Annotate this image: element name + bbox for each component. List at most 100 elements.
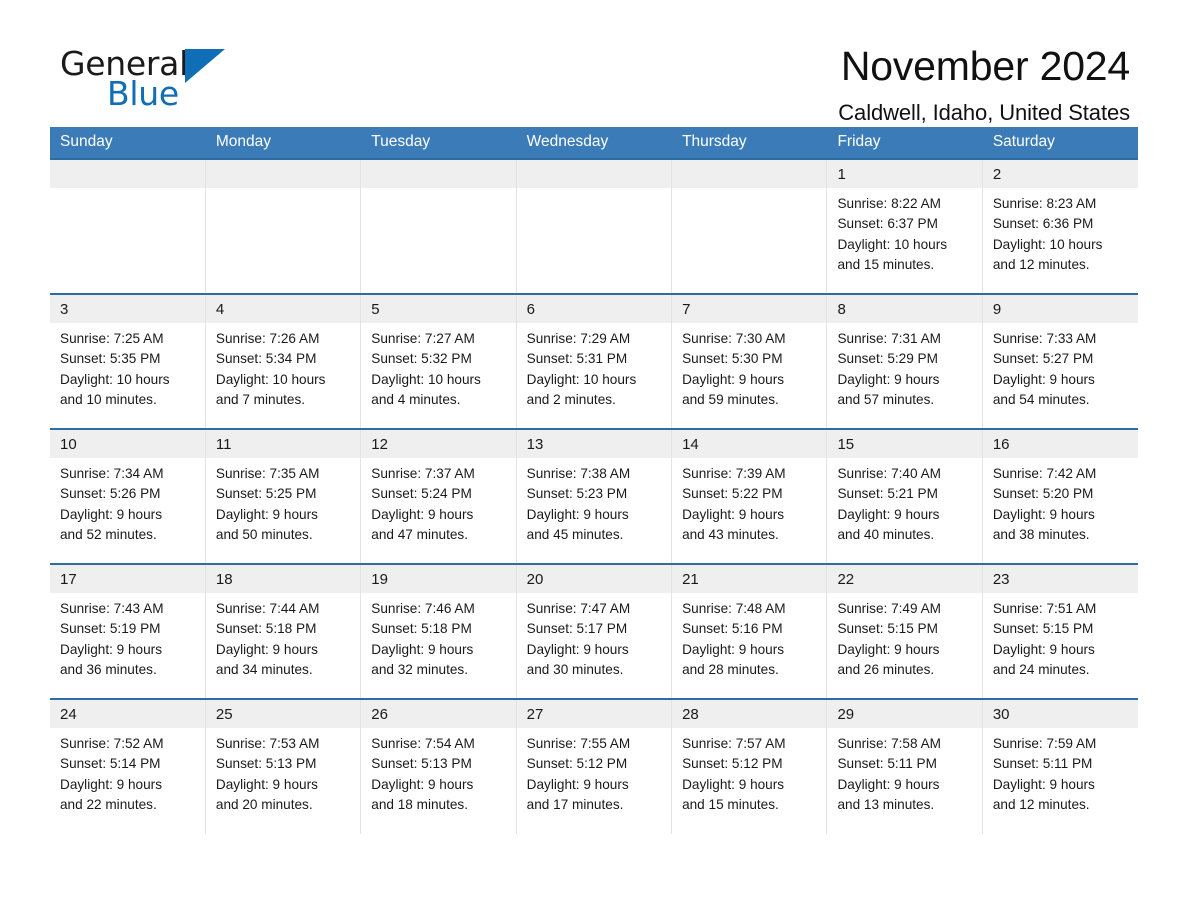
day-sunrise-text: Sunrise: 7:47 AM (526, 601, 631, 616)
calendar-day-cell[interactable]: 14 Sunrise: 7:39 AM Sunset: 5:22 PM Dayligh… (671, 428, 828, 564)
day-sunrise-text: Sunrise: 7:29 AM (526, 331, 631, 346)
day-daylight-line1-text: Daylight: 9 hours (526, 641, 629, 657)
calendar-day-cell[interactable]: 15 Sunrise: 7:40 AM Sunset: 5:21 PM Dayligh… (826, 428, 983, 564)
calendar-day-cell[interactable]: 7 Sunrise: 7:30 AM Sunset: 5:30 PM Daylight… (671, 293, 828, 429)
day-cell-inner: 24 Sunrise: 7:52 AM Sunset: 5:14 PM Dayligh… (50, 700, 205, 833)
day-number: 24 (50, 700, 205, 728)
day-cell-inner: 18 Sunrise: 7:44 AM Sunset: 5:18 PM Dayligh… (205, 565, 361, 698)
day-cell-inner: 12 Sunrise: 7:37 AM Sunset: 5:24 PM Dayligh… (361, 430, 516, 563)
calendar-day-cell[interactable]: 26 Sunrise: 7:54 AM Sunset: 5:13 PM Dayligh… (360, 698, 517, 834)
day-daylight-line2-text: and 54 minutes. (992, 391, 1090, 407)
day-details: Sunrise: 7:59 AM Sunset: 5:11 PM Daylight:… (983, 728, 1138, 815)
day-daylight-line2-text: and 38 minutes. (992, 526, 1090, 542)
calendar-day-cell[interactable]: 9 Sunrise: 7:33 AM Sunset: 5:27 PM Daylight… (982, 293, 1138, 429)
day-sunset-text: Sunset: 5:32 PM (371, 351, 472, 367)
calendar-day-cell[interactable]: 16 Sunrise: 7:42 AM Sunset: 5:20 PM Dayligh… (982, 428, 1138, 564)
day-daylight-line1-text: Daylight: 9 hours (215, 776, 318, 792)
day-daylight-line1-text: Daylight: 9 hours (526, 776, 629, 792)
calendar-day-cell[interactable]: 12 Sunrise: 7:37 AM Sunset: 5:24 PM Dayligh… (360, 428, 517, 564)
calendar-body: 1 Sunrise: 8:22 AM Sunset: 6:37 PM Daylight… (50, 158, 1138, 834)
generalblue-logo[interactable]: General Blue (60, 47, 320, 117)
day-number: 15 (827, 430, 982, 458)
day-number: 4 (205, 295, 361, 323)
day-sunrise-text: Sunrise: 7:37 AM (371, 466, 475, 481)
day-number: 1 (827, 160, 982, 188)
day-cell-inner: 5 Sunrise: 7:27 AM Sunset: 5:32 PM Daylight… (361, 295, 516, 428)
day-cell-inner: 2 Sunrise: 8:23 AM Sunset: 6:36 PM Daylight… (982, 160, 1138, 293)
day-number: 22 (827, 565, 982, 593)
calendar-day-cell[interactable]: 6 Sunrise: 7:29 AM Sunset: 5:31 PM Daylight… (516, 293, 673, 429)
calendar-day-cell-empty (360, 158, 517, 294)
calendar-week-row: 1 Sunrise: 8:22 AM Sunset: 6:37 PM Daylight… (50, 158, 1138, 294)
calendar-day-cell[interactable]: 3 Sunrise: 7:25 AM Sunset: 5:35 PM Daylight… (50, 293, 206, 429)
day-details: Sunrise: 7:40 AM Sunset: 5:21 PM Daylight:… (827, 458, 981, 545)
day-cell-inner: 22 Sunrise: 7:49 AM Sunset: 5:15 PM Dayligh… (827, 565, 982, 698)
day-details: Sunrise: 7:34 AM Sunset: 5:26 PM Daylight:… (50, 458, 205, 545)
day-sunrise-text: Sunrise: 7:25 AM (60, 331, 164, 346)
day-sunrise-text: Sunrise: 7:26 AM (215, 331, 320, 346)
day-sunrise-text: Sunrise: 7:51 AM (992, 601, 1097, 616)
day-number: 19 (361, 565, 516, 593)
calendar-day-cell[interactable]: 8 Sunrise: 7:31 AM Sunset: 5:29 PM Daylight… (826, 293, 983, 429)
calendar-day-cell[interactable]: 5 Sunrise: 7:27 AM Sunset: 5:32 PM Daylight… (360, 293, 517, 429)
day-daylight-line1-text: Daylight: 9 hours (992, 506, 1095, 522)
calendar-day-cell[interactable]: 27 Sunrise: 7:55 AM Sunset: 5:12 PM Dayligh… (516, 698, 673, 834)
calendar-week-row: 3 Sunrise: 7:25 AM Sunset: 5:35 PM Daylight… (50, 293, 1138, 429)
day-number: 25 (205, 700, 361, 728)
day-cell-inner: 11 Sunrise: 7:35 AM Sunset: 5:25 PM Dayligh… (205, 430, 361, 563)
day-daylight-line1-text: Daylight: 10 hours (526, 371, 637, 387)
calendar-day-cell[interactable]: 11 Sunrise: 7:35 AM Sunset: 5:25 PM Dayligh… (205, 428, 362, 564)
day-daylight-line1-text: Daylight: 9 hours (837, 371, 940, 387)
day-number (516, 160, 672, 188)
day-sunrise-text: Sunrise: 7:27 AM (371, 331, 475, 346)
calendar-day-cell[interactable]: 13 Sunrise: 7:38 AM Sunset: 5:23 PM Dayligh… (516, 428, 673, 564)
day-details: Sunrise: 7:33 AM Sunset: 5:27 PM Daylight:… (983, 323, 1138, 410)
day-details: Sunrise: 7:37 AM Sunset: 5:24 PM Daylight:… (361, 458, 515, 545)
calendar-day-cell[interactable]: 23 Sunrise: 7:51 AM Sunset: 5:15 PM Dayligh… (982, 563, 1138, 699)
calendar-day-cell[interactable]: 19 Sunrise: 7:46 AM Sunset: 5:18 PM Dayligh… (360, 563, 517, 699)
day-cell-inner: 23 Sunrise: 7:51 AM Sunset: 5:15 PM Dayligh… (982, 565, 1138, 698)
day-cell-inner: 25 Sunrise: 7:53 AM Sunset: 5:13 PM Dayligh… (205, 700, 361, 833)
day-number: 21 (672, 565, 827, 593)
day-number: 2 (982, 160, 1138, 188)
day-sunset-text: Sunset: 5:17 PM (526, 621, 628, 637)
calendar-day-cell[interactable]: 28 Sunrise: 7:57 AM Sunset: 5:12 PM Dayligh… (671, 698, 828, 834)
calendar-day-cell[interactable]: 22 Sunrise: 7:49 AM Sunset: 5:15 PM Dayligh… (826, 563, 983, 699)
day-daylight-line1-text: Daylight: 9 hours (215, 641, 318, 657)
calendar-week-row: 17 Sunrise: 7:43 AM Sunset: 5:19 PM Dayligh… (50, 563, 1138, 699)
day-sunrise-text: Sunrise: 7:44 AM (215, 601, 320, 616)
day-details: Sunrise: 7:57 AM Sunset: 5:12 PM Daylight:… (672, 728, 826, 815)
day-sunrise-text: Sunrise: 7:31 AM (837, 331, 941, 346)
day-details: Sunrise: 7:35 AM Sunset: 5:25 PM Daylight:… (206, 458, 360, 545)
calendar-day-cell[interactable]: 20 Sunrise: 7:47 AM Sunset: 5:17 PM Dayligh… (516, 563, 673, 699)
day-daylight-line1-text: Daylight: 9 hours (992, 641, 1095, 657)
calendar-day-cell[interactable]: 21 Sunrise: 7:48 AM Sunset: 5:16 PM Dayligh… (671, 563, 828, 699)
day-sunrise-text: Sunrise: 8:23 AM (992, 196, 1097, 211)
day-sunrise-text: Sunrise: 7:30 AM (682, 331, 786, 346)
day-cell-inner (516, 160, 672, 293)
calendar-day-cell[interactable]: 4 Sunrise: 7:26 AM Sunset: 5:34 PM Daylight… (205, 293, 362, 429)
day-daylight-line2-text: and 18 minutes. (371, 796, 469, 812)
day-sunrise-text: Sunrise: 7:40 AM (837, 466, 941, 481)
calendar-day-cell[interactable]: 24 Sunrise: 7:52 AM Sunset: 5:14 PM Dayligh… (50, 698, 206, 834)
calendar-day-cell[interactable]: 17 Sunrise: 7:43 AM Sunset: 5:19 PM Dayligh… (50, 563, 206, 699)
day-sunset-text: Sunset: 5:30 PM (682, 351, 783, 367)
calendar-day-cell[interactable]: 30 Sunrise: 7:59 AM Sunset: 5:11 PM Dayligh… (982, 698, 1138, 834)
day-daylight-line2-text: and 22 minutes. (60, 796, 157, 812)
calendar-day-cell[interactable]: 29 Sunrise: 7:58 AM Sunset: 5:11 PM Dayligh… (826, 698, 983, 834)
day-cell-inner (205, 160, 361, 293)
calendar-day-cell[interactable]: 18 Sunrise: 7:44 AM Sunset: 5:18 PM Dayligh… (205, 563, 362, 699)
day-sunset-text: Sunset: 5:23 PM (526, 486, 628, 502)
day-cell-inner: 15 Sunrise: 7:40 AM Sunset: 5:21 PM Dayligh… (827, 430, 982, 563)
day-sunset-text: Sunset: 5:31 PM (526, 351, 628, 367)
calendar-day-cell[interactable]: 25 Sunrise: 7:53 AM Sunset: 5:13 PM Dayligh… (205, 698, 362, 834)
day-daylight-line2-text: and 52 minutes. (60, 526, 157, 542)
calendar-day-cell[interactable]: 1 Sunrise: 8:22 AM Sunset: 6:37 PM Daylight… (826, 158, 983, 294)
day-details: Sunrise: 7:55 AM Sunset: 5:12 PM Daylight:… (517, 728, 671, 815)
day-details: Sunrise: 7:26 AM Sunset: 5:34 PM Daylight:… (206, 323, 360, 410)
calendar-day-cell[interactable]: 10 Sunrise: 7:34 AM Sunset: 5:26 PM Dayligh… (50, 428, 206, 564)
day-daylight-line1-text: Daylight: 9 hours (371, 506, 474, 522)
day-number: 28 (672, 700, 827, 728)
day-details: Sunrise: 7:31 AM Sunset: 5:29 PM Daylight:… (827, 323, 981, 410)
calendar-day-cell[interactable]: 2 Sunrise: 8:23 AM Sunset: 6:36 PM Daylight… (982, 158, 1138, 294)
